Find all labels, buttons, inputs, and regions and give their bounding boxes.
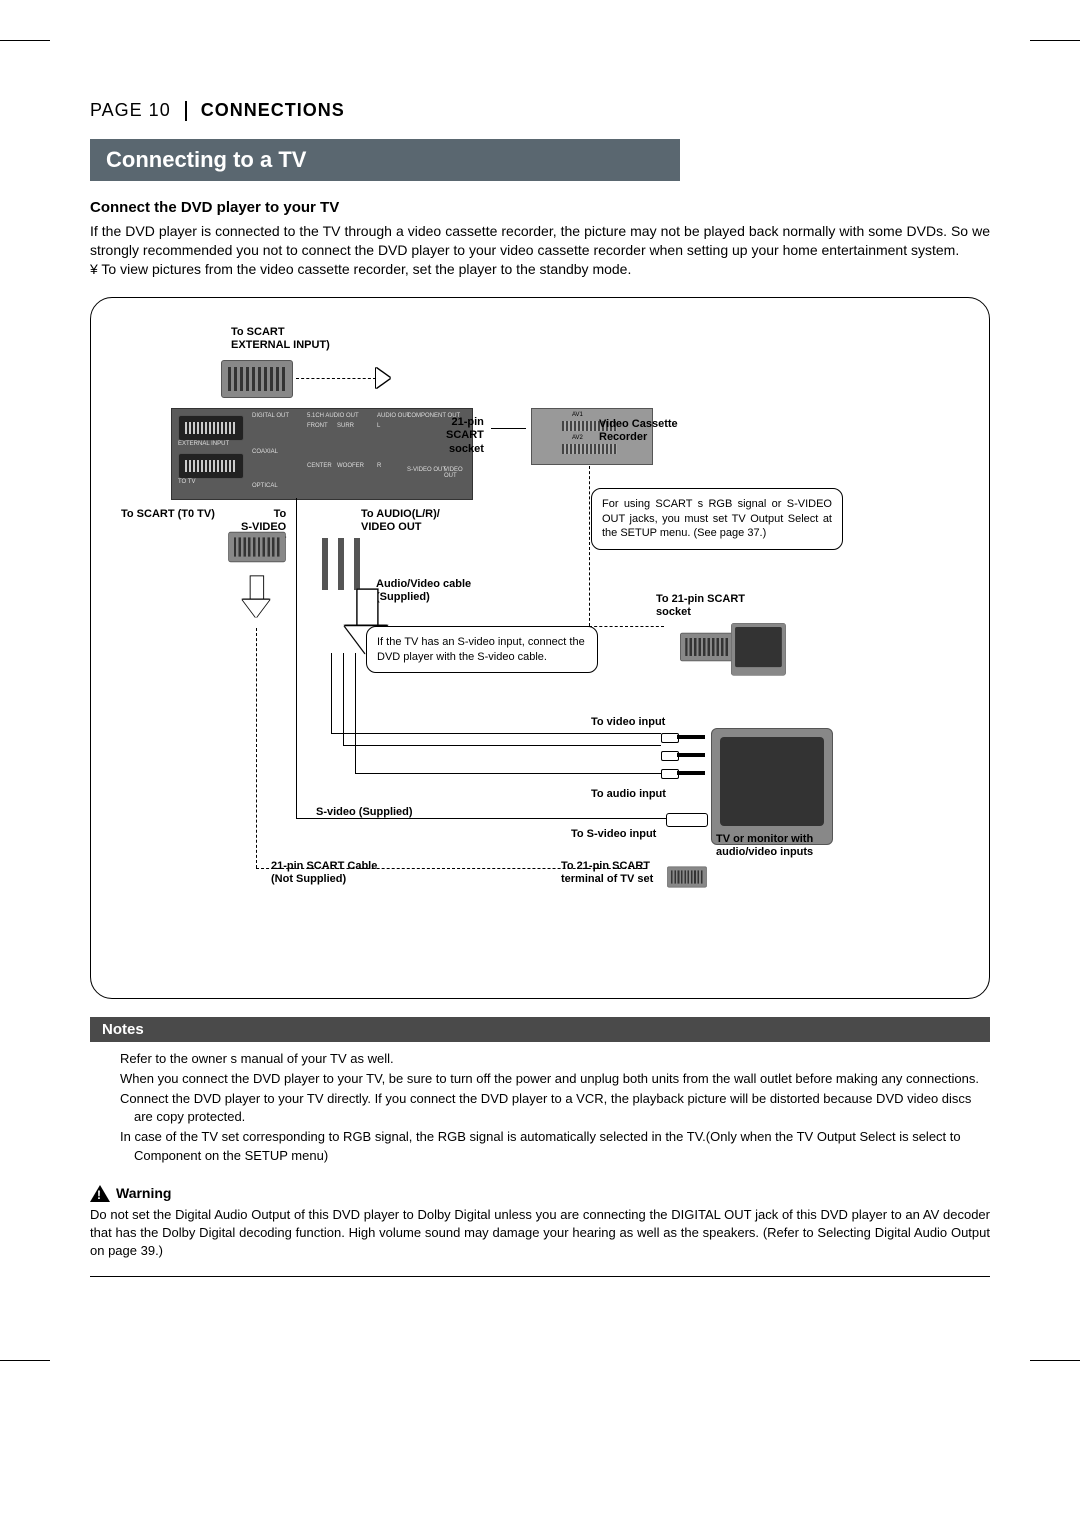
panel-label: EXTERNAL INPUT [178,441,229,447]
vcr-scart2 [562,444,617,454]
cable [355,653,356,773]
panel-label: CENTER [307,463,332,469]
label-scart-not-supplied: 21-pin SCART Cable (Not Supplied) [271,860,377,888]
cable [331,733,661,734]
notes-item: Connect the DVD player to your TV direct… [120,1090,988,1126]
rca-yellow [661,728,706,746]
crop-mark-tl [0,40,50,41]
warning-heading: Warning [90,1185,990,1202]
notes-item: In case of the TV set corresponding to R… [120,1128,988,1164]
cable [355,773,661,774]
dash-line [296,378,376,379]
page-header: PAGE 10 CONNECTIONS [90,100,990,121]
panel-label: R [377,463,381,469]
panel-label: TO TV [178,479,195,485]
crt-tv [711,728,833,845]
label-to-21pin-terminal: To 21-pin SCART terminal of TV set [561,860,653,888]
crop-mark-tr [1030,40,1080,41]
hint-svideo-box: If the TV has an S-video input, connect … [366,626,598,674]
arrow-down-icon [243,575,270,618]
cable [343,653,344,745]
label-vcr: Video Cassette Recorder [599,418,678,446]
panel-label: DIGITAL OUT [252,413,289,419]
label-to-21pin-socket: To 21-pin SCART socket [656,593,745,621]
page-number: PAGE 10 [90,100,171,121]
line [491,428,526,429]
vcr-av1-label: AV1 [572,412,583,418]
label-to-audio-video-out: To AUDIO(L/R)/ VIDEO OUT [361,508,440,536]
vcr-av2-label: AV2 [572,435,583,441]
label-21pin-scart: 21-pin SCART socket [446,416,484,457]
scart-plug-bottom [228,531,286,561]
panel-label: COAXIAL [252,449,278,455]
section-name: CONNECTIONS [201,100,345,121]
panel-label: L [377,423,380,429]
footer-rule [90,1276,990,1277]
av-triple-cable [316,538,366,590]
intro-bullet: ¥ To view pictures from the video casset… [90,260,990,279]
label-to-audio-input: To audio input [591,788,666,802]
scart-plug-ext [221,360,293,398]
label-to-video-input: To video input [591,716,665,730]
hint-rgb-box: For using SCART s RGB signal or S-VIDEO … [591,488,843,551]
notes-item: Refer to the owner s manual of your TV a… [120,1050,988,1068]
dash-vcr-right [589,626,664,627]
intro-heading: Connect the DVD player to your TV [90,199,990,216]
rca-red [661,764,706,782]
cable [343,745,661,746]
crt-small [731,623,786,676]
cable [331,653,332,733]
svideo-cable-v [296,498,297,818]
scart-plug-tv [680,632,734,661]
panel-label: 5.1CH AUDIO OUT [307,413,359,419]
dash-vcr-down [589,466,590,626]
arrow-right-icon [376,368,390,388]
scart-plug-tv-terminal [667,866,707,887]
panel-label: SURR [337,423,354,429]
label-to-scart-tv: To SCART (T0 TV) [121,508,215,522]
panel-scart-tv [178,453,244,479]
panel-label: S-VIDEO OUT [407,467,446,473]
label-to-svideo-input: To S-video input [571,828,656,842]
label-to-scart-ext: To SCART EXTERNAL INPUT) [231,326,330,354]
crop-mark-bl [0,1360,50,1361]
connection-diagram: To SCART EXTERNAL INPUT) EXTERNAL INPUT … [90,297,990,999]
warning-icon [90,1185,110,1202]
panel-label: FRONT [307,423,328,429]
rca-white [661,746,706,764]
dash-scart-v [256,628,257,868]
dvd-back-panel: EXTERNAL INPUT TO TV DIGITAL OUT COAXIAL… [171,408,473,500]
svideo-plug [666,813,708,827]
label-svideo-supplied: S-video (Supplied) [316,806,413,820]
panel-label: WOOFER [337,463,364,469]
warning-text: Do not set the Digital Audio Output of t… [90,1206,990,1261]
warning-title: Warning [116,1185,171,1201]
label-av-cable: Audio/Video cable (Supplied) [376,578,471,606]
header-divider [185,101,187,121]
notes-item: When you connect the DVD player to your … [120,1070,988,1088]
panel-label: OPTICAL [252,483,278,489]
section-ribbon: Connecting to a TV [90,139,680,181]
notes-list: Refer to the owner s manual of your TV a… [90,1042,990,1165]
crop-mark-br [1030,1360,1080,1361]
panel-label: AUDIO OUT [377,413,410,419]
label-tv-monitor: TV or monitor with audio/video inputs [716,833,813,861]
intro-paragraph: If the DVD player is connected to the TV… [90,222,990,260]
notes-heading: Notes [90,1017,990,1042]
panel-scart-ext [178,415,244,441]
manual-page: PAGE 10 CONNECTIONS Connecting to a TV C… [0,0,1080,1337]
panel-label: VIDEO OUT [444,467,472,479]
